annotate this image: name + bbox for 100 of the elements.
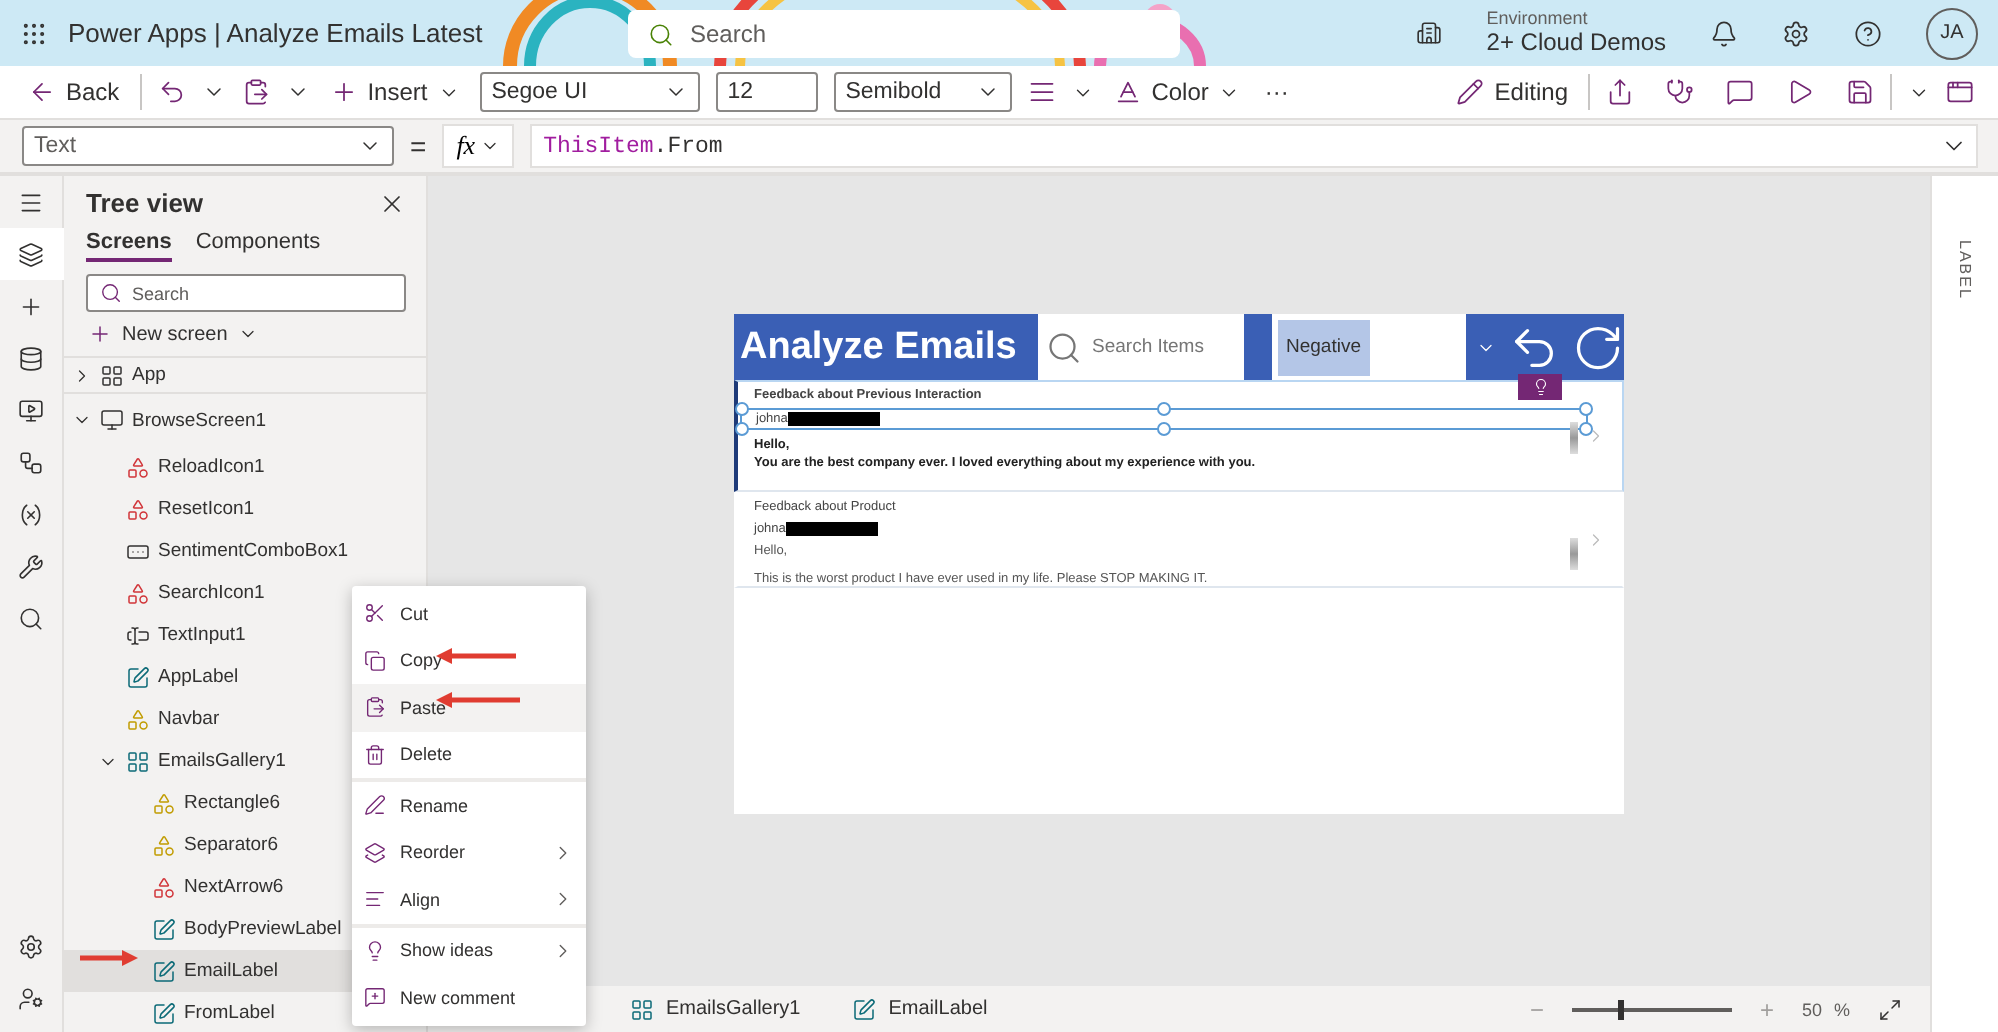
menu-item[interactable]: New comment — [352, 974, 586, 1021]
gallery-icon — [126, 749, 150, 773]
tree-item-label: EmailsGallery1 — [158, 750, 286, 772]
wrench-icon — [18, 553, 44, 579]
font-weight-dropdown[interactable]: Semibold — [833, 72, 1012, 112]
tree-item-label: NextArrow6 — [184, 876, 284, 898]
paste-icon[interactable] — [241, 78, 270, 106]
settings-icon[interactable] — [1782, 19, 1810, 47]
save-icon[interactable] — [1846, 78, 1874, 106]
help-icon[interactable] — [1854, 19, 1882, 47]
menu-item[interactable]: Paste — [352, 684, 586, 731]
tree-item-label: SearchIcon1 — [158, 582, 265, 604]
search-field[interactable]: Search — [86, 274, 406, 312]
tree-item[interactable]: ResetIcon1 — [64, 488, 426, 530]
equals-sign: = — [410, 130, 427, 162]
avatar[interactable]: JA — [1926, 7, 1978, 59]
insert-button[interactable]: Insert — [325, 78, 464, 106]
reorder-icon — [364, 841, 386, 864]
scissors-icon — [364, 602, 386, 625]
flow-icon — [18, 449, 44, 475]
tab[interactable]: Components — [195, 230, 321, 262]
menu-item[interactable]: Align — [352, 876, 586, 923]
building-icon — [1416, 20, 1443, 46]
menu-item[interactable]: Cut — [352, 590, 586, 637]
align-icon[interactable] — [1027, 78, 1056, 106]
menu-item[interactable]: Copy — [352, 637, 586, 684]
plus-icon — [329, 78, 358, 106]
tree-item-label: EmailLabel — [184, 960, 278, 982]
layers-icon — [18, 241, 44, 267]
breadcrumb[interactable]: EmailLabel — [840, 995, 1000, 1023]
search-field[interactable]: Search — [628, 10, 1180, 58]
more-button[interactable]: ··· — [1260, 78, 1293, 106]
plus-icon — [88, 322, 112, 346]
sentiment-combobox[interactable]: Negative — [1272, 314, 1466, 380]
rail-button[interactable] — [0, 228, 63, 280]
app-icon — [100, 363, 124, 387]
share-icon[interactable] — [1606, 78, 1634, 106]
ideas-button[interactable] — [1518, 374, 1562, 400]
tree-item[interactable]: BrowseScreen1 — [64, 394, 426, 446]
redaction-bar — [785, 522, 878, 536]
shape-icon — [126, 707, 150, 731]
tree-item-label: Navbar — [158, 708, 220, 730]
panel-title: Tree view — [86, 188, 204, 218]
rename-icon — [364, 794, 386, 817]
editing-button[interactable]: Editing — [1452, 78, 1572, 106]
paste-icon — [364, 696, 386, 719]
search-field[interactable]: Search Items — [1038, 314, 1244, 380]
lightbulb-icon — [364, 939, 386, 962]
menu-icon — [18, 189, 44, 215]
app-launcher-icon[interactable] — [20, 19, 48, 47]
search-icon — [18, 605, 44, 631]
database-icon — [18, 345, 44, 371]
panel-label: LABEL — [1956, 240, 1974, 300]
tree-item[interactable]: ReloadIcon1 — [64, 446, 426, 488]
formula-field[interactable]: ThisItem.From — [529, 124, 1978, 168]
font-size-field[interactable]: 12 — [715, 72, 818, 112]
gallery-icon — [630, 997, 654, 1021]
user-icon — [18, 985, 44, 1011]
menu-item[interactable]: Rename — [352, 782, 586, 829]
function-button[interactable]: fx — [442, 124, 514, 168]
color-button[interactable]: Color — [1109, 78, 1245, 106]
menu-item[interactable]: Reorder — [352, 829, 586, 876]
app-heading: Analyze Emails — [738, 325, 1019, 369]
app-title: Power Apps | Analyze Emails Latest — [68, 18, 483, 48]
slider-thumb[interactable] — [1618, 999, 1625, 1019]
icons-icon — [126, 581, 150, 605]
font-color-icon — [1113, 78, 1142, 106]
tree-item-label: ResetIcon1 — [158, 498, 255, 520]
environment-name: 2+ Cloud Demos — [1486, 29, 1666, 58]
pencil-icon — [1456, 78, 1485, 106]
app-window-icon[interactable] — [1946, 78, 1974, 106]
tree-item[interactable]: SentimentComboBox1 — [64, 530, 426, 572]
stethoscope-icon[interactable] — [1666, 78, 1694, 106]
tree-item[interactable]: App — [64, 358, 426, 394]
tab[interactable]: Screens — [86, 230, 172, 262]
breadcrumb[interactable]: EmailsGallery1 — [618, 995, 813, 1023]
trash-icon — [364, 743, 386, 766]
fit-to-window-icon[interactable] — [1878, 997, 1902, 1021]
play-icon[interactable] — [1786, 78, 1814, 106]
menu-item[interactable]: Show ideas — [352, 927, 586, 974]
bell-icon[interactable] — [1710, 19, 1738, 47]
undo-icon[interactable] — [157, 78, 186, 106]
back-button[interactable]: Back — [24, 78, 124, 106]
search-icon — [1046, 329, 1082, 365]
comment-icon[interactable] — [1726, 78, 1754, 106]
percent-sign: % — [1833, 999, 1850, 1019]
reload-icon[interactable] — [1572, 321, 1624, 373]
label-icon — [152, 1001, 176, 1025]
new-screen-button[interactable]: New screen — [64, 312, 426, 356]
font-dropdown[interactable]: Segoe UI — [479, 72, 700, 112]
tree-item-label: BodyPreviewLabel — [184, 918, 342, 940]
menu-item[interactable]: Delete — [352, 731, 586, 778]
scrollbar — [1570, 422, 1578, 454]
property-dropdown[interactable]: Text — [22, 126, 394, 166]
screen-icon — [100, 408, 124, 432]
copy-icon — [364, 649, 386, 672]
icons-icon — [126, 497, 150, 521]
text-input-icon — [126, 623, 150, 647]
label-icon — [126, 665, 150, 689]
comment-icon — [364, 986, 386, 1009]
